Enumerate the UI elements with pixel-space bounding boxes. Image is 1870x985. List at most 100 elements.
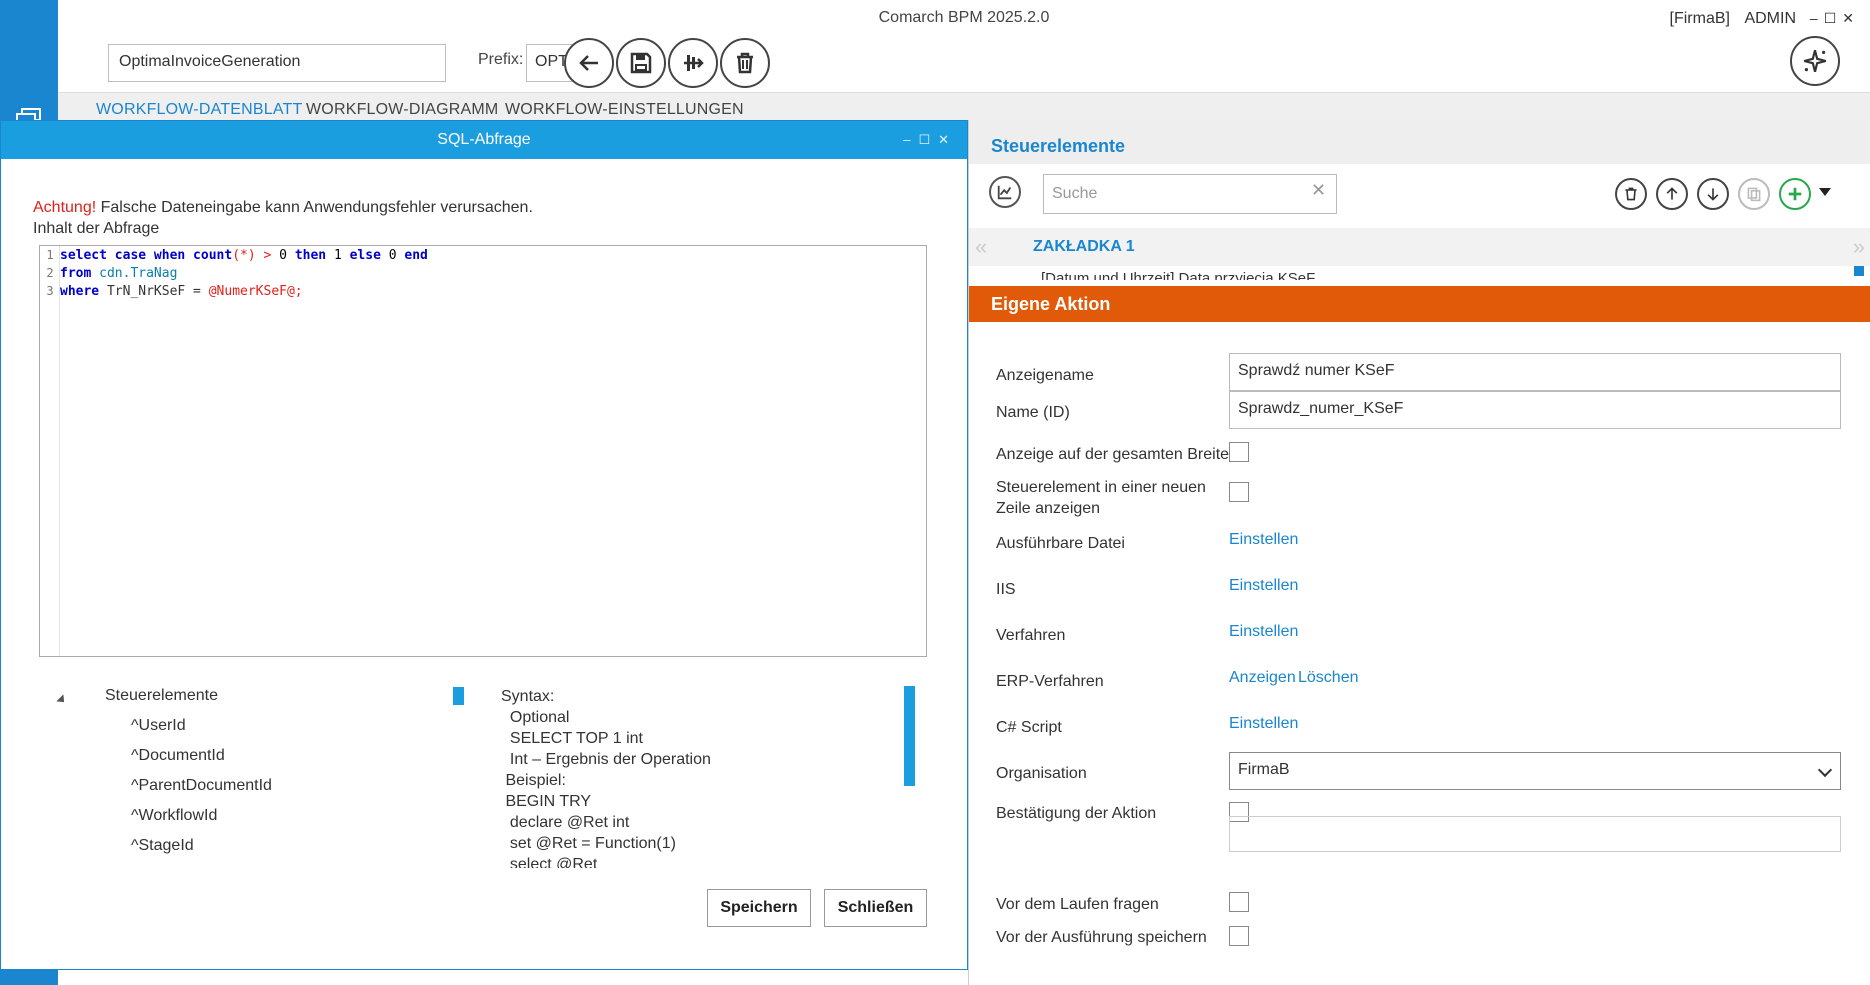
plus-icon [1788,187,1802,201]
copy-control-button[interactable] [1738,178,1770,210]
action-header: Eigene Aktion [969,286,1870,322]
app-header: Comarch BPM 2025.2.0 [FirmaB] ADMIN –☐✕ … [58,0,1870,92]
copy-icon [1747,187,1761,202]
organisation-select[interactable]: FirmaB [1229,752,1841,790]
new-line-label: Steuerelement in einer neuen Zeile anzei… [996,479,1206,517]
save-before-checkbox[interactable] [1229,926,1249,946]
dialog-window-controls[interactable]: –☐✕ [903,121,957,159]
syntax-help: Syntax: Optional SELECT TOP 1 int Int – … [501,686,921,868]
tree-item[interactable]: ^UserId [131,717,186,735]
window-controls[interactable]: –☐✕ [1810,10,1860,27]
floppy-disk-icon [630,52,652,74]
tree-item[interactable]: ^ParentDocumentId [131,777,272,795]
erp-show-link[interactable]: Anzeigen [1229,669,1296,687]
line-number-gutter [40,246,60,656]
dialog-titlebar[interactable]: SQL-Abfrage –☐✕ [1,121,967,159]
name-id-label: Name (ID) [996,404,1070,421]
prefix-label: Prefix: [478,51,524,68]
arrow-left-icon [579,55,598,71]
delete-control-button[interactable] [1615,178,1647,210]
syntax-line: Syntax: [501,688,555,705]
chart-button[interactable] [989,176,1021,208]
display-name-label: Anzeigename [996,367,1094,384]
sql-query-dialog: SQL-Abfrage –☐✕ Achtung! Falsche Datenei… [0,120,968,970]
move-down-button[interactable] [1697,178,1729,210]
tree-item[interactable]: ^DocumentId [131,747,225,765]
close-dialog-button[interactable]: Schließen [824,889,927,927]
tree-root-item[interactable]: Steuerelemente [105,687,218,705]
warning-message: Achtung! Falsche Dateneingabe kann Anwen… [33,199,533,217]
tree-item[interactable]: ^StageId [131,837,194,855]
controls-panel-title: Steuerelemente [991,136,1126,156]
syntax-line: BEGIN TRY [501,793,592,810]
field-preview[interactable]: [Datum und Uhrzeit] Data przyjęcia KSeF [1041,270,1315,280]
procedure-label: Verfahren [996,627,1066,644]
code-line-3: 3 where TrN_NrKSeF = @NumerKSeF@; [46,284,303,299]
add-control-button[interactable] [1779,178,1811,210]
iis-label: IIS [996,581,1016,598]
save-query-button[interactable]: Speichern [707,889,811,927]
executable-set-link[interactable]: Einstellen [1229,531,1298,549]
ai-assistant-button[interactable] [1790,36,1840,86]
full-width-label: Anzeige auf der gesamten Breite [996,446,1230,463]
syntax-line: SELECT TOP 1 int [501,730,643,747]
ask-before-label: Vor dem Laufen fragen [996,896,1159,913]
query-content-label: Inhalt der Abfrage [33,220,160,237]
scroll-marker [1854,266,1864,276]
executable-label: Ausführbare Datei [996,535,1125,552]
publish-button[interactable] [668,38,718,88]
confirm-text-input[interactable] [1229,816,1841,852]
trash-icon [1625,187,1637,201]
back-button[interactable] [564,38,614,88]
tree-scrollbar[interactable] [453,687,464,705]
display-name-input[interactable]: Sprawdź numer KSeF [1229,353,1841,391]
syntax-line: Optional [501,709,570,726]
csharp-label: C# Script [996,719,1062,736]
workflow-tabs: WORKFLOW-DATENBLATT WORKFLOW-DIAGRAMM WO… [58,92,1870,122]
code-line-2: 2 from cdn.TraNag [46,266,178,281]
sql-code-editor[interactable]: 1 select case when count(*) > 0 then 1 el… [39,245,927,657]
full-width-checkbox[interactable] [1229,442,1249,462]
name-id-input[interactable]: Sprawdz_numer_KSeF [1229,391,1841,429]
chevron-down-icon [1817,762,1833,778]
organisation-label: Organisation [996,765,1087,782]
user-label[interactable]: ADMIN [1744,10,1796,27]
procedure-set-link[interactable]: Einstellen [1229,623,1298,641]
app-title: Comarch BPM 2025.2.0 [878,9,1050,26]
syntax-scrollbar[interactable] [904,686,915,786]
controls-search-input[interactable]: Suche [1043,174,1337,214]
organisation-value: FirmaB [1238,761,1290,778]
scroll-right-icon[interactable]: » [1853,234,1865,260]
iis-set-link[interactable]: Einstellen [1229,577,1298,595]
scroll-left-icon[interactable]: « [975,234,987,260]
confirm-label: Bestätigung der Aktion [996,805,1157,822]
arrow-up-icon [1666,187,1678,200]
expand-toggle-icon[interactable] [56,694,68,706]
workflow-name-field[interactable]: OptimaInvoiceGeneration [108,44,446,82]
tab-zakladka-1[interactable]: ZAKŁADKA 1 [1033,238,1135,256]
erp-delete-link[interactable]: Löschen [1298,669,1359,687]
tree-item[interactable]: ^WorkflowId [131,807,217,825]
chevron-down-icon[interactable] [1819,188,1831,196]
controls-panel-header: Steuerelemente [969,120,1870,164]
syntax-line: set @Ret = Function(1) [501,835,676,852]
save-workflow-button[interactable] [616,38,666,88]
tab-workflow-datenblatt[interactable]: WORKFLOW-DATENBLATT [96,101,302,119]
syntax-line: select @Ret [501,856,598,868]
code-line-1: 1 select case when count(*) > 0 then 1 el… [46,248,428,263]
sparkle-icon [1803,49,1827,73]
tab-workflow-einstellungen[interactable]: WORKFLOW-EINSTELLUNGEN [505,101,744,119]
clear-search-icon[interactable]: ✕ [1311,180,1326,201]
csharp-set-link[interactable]: Einstellen [1229,715,1298,733]
tab-workflow-diagramm[interactable]: WORKFLOW-DIAGRAMM [306,101,498,119]
move-up-button[interactable] [1656,178,1688,210]
erp-procedure-label: ERP-Verfahren [996,673,1104,690]
ask-before-checkbox[interactable] [1229,892,1249,912]
branch-flow-icon [684,55,704,71]
new-line-checkbox[interactable] [1229,482,1249,502]
trash-icon [737,52,753,74]
delete-workflow-button[interactable] [720,38,770,88]
syntax-line: Int – Ergebnis der Operation [501,751,711,768]
chart-icon [997,185,1012,200]
warning-prefix: Achtung! [33,199,97,216]
